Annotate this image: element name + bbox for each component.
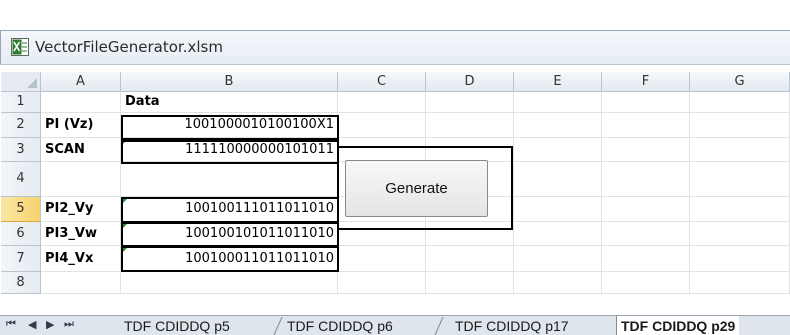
- cell-b3[interactable]: 111110000000101011: [121, 138, 338, 162]
- cell-g7[interactable]: [690, 246, 790, 272]
- sheet-tab-p6[interactable]: TDF CDIDDQ p6: [287, 316, 393, 335]
- cell-d2[interactable]: [426, 113, 514, 138]
- cell-a1[interactable]: [41, 92, 121, 113]
- cell-f6[interactable]: [602, 222, 690, 246]
- row-header-5[interactable]: 5: [1, 197, 41, 222]
- row-header-7[interactable]: 7: [1, 246, 41, 272]
- column-header-f[interactable]: F: [602, 72, 690, 92]
- error-indicator-icon: [122, 198, 128, 204]
- cell-c2[interactable]: [338, 113, 426, 138]
- cell-f1[interactable]: [602, 92, 690, 113]
- error-indicator-icon: [122, 247, 128, 253]
- cell-f3[interactable]: [602, 138, 690, 162]
- workbook-titlebar: VectorFileGenerator.xlsm: [0, 31, 790, 65]
- cell-g4[interactable]: [690, 162, 790, 197]
- cell-f2[interactable]: [602, 113, 690, 138]
- cell-f4[interactable]: [602, 162, 690, 197]
- sheet-tab-bar: ⏮ ◀ ▶ ⏭ TDF CDIDDQ p5 TDF CDIDDQ p6 TDF …: [0, 315, 790, 335]
- cell-a5[interactable]: PI2_Vy: [41, 197, 121, 222]
- sheet-tab-p5[interactable]: TDF CDIDDQ p5: [124, 316, 230, 335]
- cell-f5[interactable]: [602, 197, 690, 222]
- cell-a6[interactable]: PI3_Vw: [41, 222, 121, 246]
- cell-d7[interactable]: [426, 246, 514, 272]
- cell-b6[interactable]: 100100101011011010: [121, 222, 338, 246]
- cell-g3[interactable]: [690, 138, 790, 162]
- sheet-tab-p17[interactable]: TDF CDIDDQ p17: [455, 316, 569, 335]
- row-header-8[interactable]: 8: [1, 272, 41, 294]
- cell-d1[interactable]: [426, 92, 514, 113]
- cell-e3[interactable]: [514, 138, 602, 162]
- tab-separator: [273, 317, 283, 335]
- row-header-1[interactable]: 1: [1, 92, 41, 113]
- cell-d6[interactable]: [426, 222, 514, 246]
- cell-d8[interactable]: [426, 272, 514, 294]
- cell-b7[interactable]: 100100011011011010: [121, 246, 338, 272]
- error-indicator-icon: [122, 223, 128, 229]
- cell-b3-text: 111110000000101011: [185, 142, 334, 157]
- cell-e8[interactable]: [514, 272, 602, 294]
- prev-sheet-icon[interactable]: ◀: [28, 318, 36, 331]
- cell-f8[interactable]: [602, 272, 690, 294]
- cell-e4[interactable]: [514, 162, 602, 197]
- cell-f7[interactable]: [602, 246, 690, 272]
- cell-a8[interactable]: [41, 272, 121, 294]
- cell-a3[interactable]: SCAN: [41, 138, 121, 162]
- cell-b2[interactable]: 1001000010100100X1: [121, 113, 338, 138]
- cell-g5[interactable]: [690, 197, 790, 222]
- generate-button[interactable]: Generate: [345, 160, 488, 217]
- error-indicator-icon: [122, 139, 128, 145]
- cell-b5[interactable]: 100100111011011010: [121, 197, 338, 222]
- last-sheet-icon[interactable]: ⏭: [64, 318, 74, 331]
- cell-g6[interactable]: [690, 222, 790, 246]
- column-header-g[interactable]: G: [690, 72, 790, 92]
- cell-d3[interactable]: [426, 138, 514, 162]
- cell-b8[interactable]: [121, 272, 338, 294]
- sheet-tab-p29[interactable]: TDF CDIDDQ p29: [616, 316, 740, 335]
- select-all-corner[interactable]: [1, 72, 41, 92]
- cell-b4[interactable]: [121, 162, 338, 197]
- tab-separator: [434, 317, 444, 335]
- column-header-b[interactable]: B: [121, 72, 338, 92]
- workbook-title: VectorFileGenerator.xlsm: [35, 38, 223, 56]
- cell-e1[interactable]: [514, 92, 602, 113]
- cell-b6-text: 100100101011011010: [185, 226, 334, 241]
- row-header-3[interactable]: 3: [1, 138, 41, 162]
- cell-g1[interactable]: [690, 92, 790, 113]
- row-header-4[interactable]: 4: [1, 162, 41, 197]
- cell-e2[interactable]: [514, 113, 602, 138]
- column-header-d[interactable]: D: [426, 72, 514, 92]
- cell-e6[interactable]: [514, 222, 602, 246]
- cell-b5-text: 100100111011011010: [185, 201, 334, 216]
- cell-a2[interactable]: PI (Vz): [41, 113, 121, 138]
- cell-c1[interactable]: [338, 92, 426, 113]
- excel-window: VectorFileGenerator.xlsm A B C D E F G 1…: [0, 0, 790, 335]
- column-header-e[interactable]: E: [514, 72, 602, 92]
- cell-b7-text: 100100011011011010: [185, 251, 334, 266]
- cell-b1[interactable]: Data: [121, 92, 338, 113]
- ribbon-area: [0, 0, 790, 31]
- excel-icon: [11, 38, 29, 56]
- next-sheet-icon[interactable]: ▶: [46, 318, 54, 331]
- column-header-a[interactable]: A: [41, 72, 121, 92]
- cell-c7[interactable]: [338, 246, 426, 272]
- cell-c3[interactable]: [338, 138, 426, 162]
- cell-a4[interactable]: [41, 162, 121, 197]
- cell-g8[interactable]: [690, 272, 790, 294]
- first-sheet-icon[interactable]: ⏮: [6, 318, 16, 331]
- row-header-6[interactable]: 6: [1, 222, 41, 246]
- cell-c8[interactable]: [338, 272, 426, 294]
- cell-c6[interactable]: [338, 222, 426, 246]
- cell-e7[interactable]: [514, 246, 602, 272]
- row-header-2[interactable]: 2: [1, 113, 41, 138]
- cell-e5[interactable]: [514, 197, 602, 222]
- column-header-c[interactable]: C: [338, 72, 426, 92]
- cell-a7[interactable]: PI4_Vx: [41, 246, 121, 272]
- cell-g2[interactable]: [690, 113, 790, 138]
